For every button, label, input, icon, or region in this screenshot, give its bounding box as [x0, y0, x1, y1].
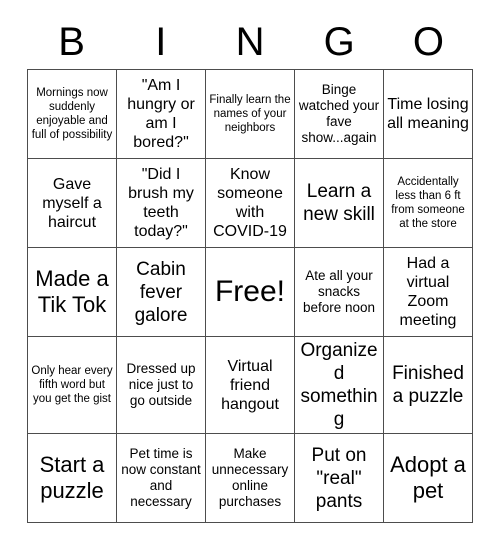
bingo-header-letter-g: G — [323, 20, 355, 64]
bingo-cell-label: Virtual friend hangout — [221, 357, 279, 413]
bingo-row: Mornings now suddenly enjoyable and full… — [27, 69, 473, 159]
bingo-cell[interactable]: Put on "real" pants — [294, 433, 384, 523]
bingo-cell[interactable]: Only hear every fifth word but you get t… — [27, 336, 117, 434]
bingo-cell[interactable]: Dressed up nice just to go outside — [116, 336, 206, 434]
bingo-cell[interactable]: Know someone with COVID-19 — [205, 158, 295, 248]
bingo-cell[interactable]: Start a puzzle — [27, 433, 117, 523]
bingo-cell[interactable]: "Am I hungry or am I bored?" — [116, 69, 206, 159]
bingo-cell-label: Only hear every fifth word but you get t… — [31, 365, 113, 405]
bingo-cell-label: Ate all your snacks before noon — [302, 268, 376, 315]
bingo-cell[interactable]: Time losing all meaning — [383, 69, 473, 159]
bingo-cell[interactable]: Had a virtual Zoom meeting — [383, 247, 473, 337]
bingo-cell-label: Binge watched your fave show...again — [298, 82, 380, 145]
bingo-cell-label: Time losing all meaning — [387, 96, 469, 132]
bingo-cell-label: Finally learn the names of your neighbor… — [209, 94, 291, 134]
bingo-cell[interactable]: Made a Tik Tok — [27, 247, 117, 337]
bingo-cell-label: Mornings now suddenly enjoyable and full… — [31, 87, 113, 141]
bingo-cell-label: Gave myself a haircut — [42, 175, 102, 231]
bingo-row: Only hear every fifth word but you get t… — [27, 336, 473, 434]
bingo-cell[interactable]: "Did I brush my teeth today?" — [116, 158, 206, 248]
bingo-cell[interactable]: Virtual friend hangout — [205, 336, 295, 434]
bingo-cell-label: Cabin fever galore — [134, 258, 188, 326]
bingo-header-letter-o: O — [412, 20, 444, 64]
bingo-card: B I N G O Mornings now suddenly enjoyabl… — [0, 0, 500, 544]
bingo-row: Made a Tik Tok Cabin fever galore Free! … — [27, 247, 473, 337]
bingo-cell-label: Had a virtual Zoom meeting — [399, 255, 457, 329]
bingo-cell-label: "Did I brush my teeth today?" — [128, 166, 194, 240]
bingo-cell[interactable]: Ate all your snacks before noon — [294, 247, 384, 337]
bingo-cell-label: Pet time is now constant and necessary — [121, 446, 201, 509]
bingo-cell[interactable]: Pet time is now constant and necessary — [116, 433, 206, 523]
bingo-cell-label: Learn a new skill — [303, 181, 375, 225]
bingo-cell-label: Made a Tik Tok — [35, 266, 109, 317]
bingo-cell-label: "Am I hungry or am I bored?" — [127, 77, 195, 151]
bingo-grid: Mornings now suddenly enjoyable and full… — [27, 69, 473, 523]
bingo-header-letter-b: B — [58, 20, 85, 64]
bingo-cell-label: Dressed up nice just to go outside — [126, 361, 196, 408]
bingo-cell[interactable]: Mornings now suddenly enjoyable and full… — [27, 69, 117, 159]
bingo-cell-label: Accidentally less than 6 ft from someone… — [391, 176, 465, 230]
bingo-cell[interactable]: Learn a new skill — [294, 158, 384, 248]
bingo-header-letter-n: N — [235, 20, 265, 64]
bingo-cell-label: Know someone with COVID-19 — [213, 166, 287, 240]
bingo-cell[interactable]: Adopt a pet — [383, 433, 473, 523]
bingo-cell-label: Finished a puzzle — [392, 363, 464, 407]
bingo-cell-label: Put on "real" pants — [311, 444, 367, 512]
bingo-cell[interactable]: Binge watched your fave show...again — [294, 69, 384, 159]
bingo-cell[interactable]: Organized something — [294, 336, 384, 434]
bingo-cell[interactable]: Gave myself a haircut — [27, 158, 117, 248]
bingo-cell[interactable]: Finished a puzzle — [383, 336, 473, 434]
bingo-cell-label: Make unnecessary online purchases — [211, 446, 289, 509]
bingo-cell[interactable]: Make unnecessary online purchases — [205, 433, 295, 523]
bingo-row: Gave myself a haircut "Did I brush my te… — [27, 158, 473, 248]
bingo-header-letter-i: I — [155, 20, 167, 64]
bingo-free-label: Free! — [214, 275, 286, 308]
bingo-cell[interactable]: Finally learn the names of your neighbor… — [205, 69, 295, 159]
bingo-cell[interactable]: Accidentally less than 6 ft from someone… — [383, 158, 473, 248]
bingo-header: B I N G O — [27, 0, 473, 66]
bingo-row: Start a puzzle Pet time is now constant … — [27, 433, 473, 523]
bingo-cell-label: Start a puzzle — [39, 452, 105, 503]
bingo-cell[interactable]: Cabin fever galore — [116, 247, 206, 337]
bingo-cell-label: Adopt a pet — [390, 452, 466, 503]
bingo-cell-free[interactable]: Free! — [205, 247, 295, 337]
bingo-cell-label: Organized something — [300, 340, 378, 430]
